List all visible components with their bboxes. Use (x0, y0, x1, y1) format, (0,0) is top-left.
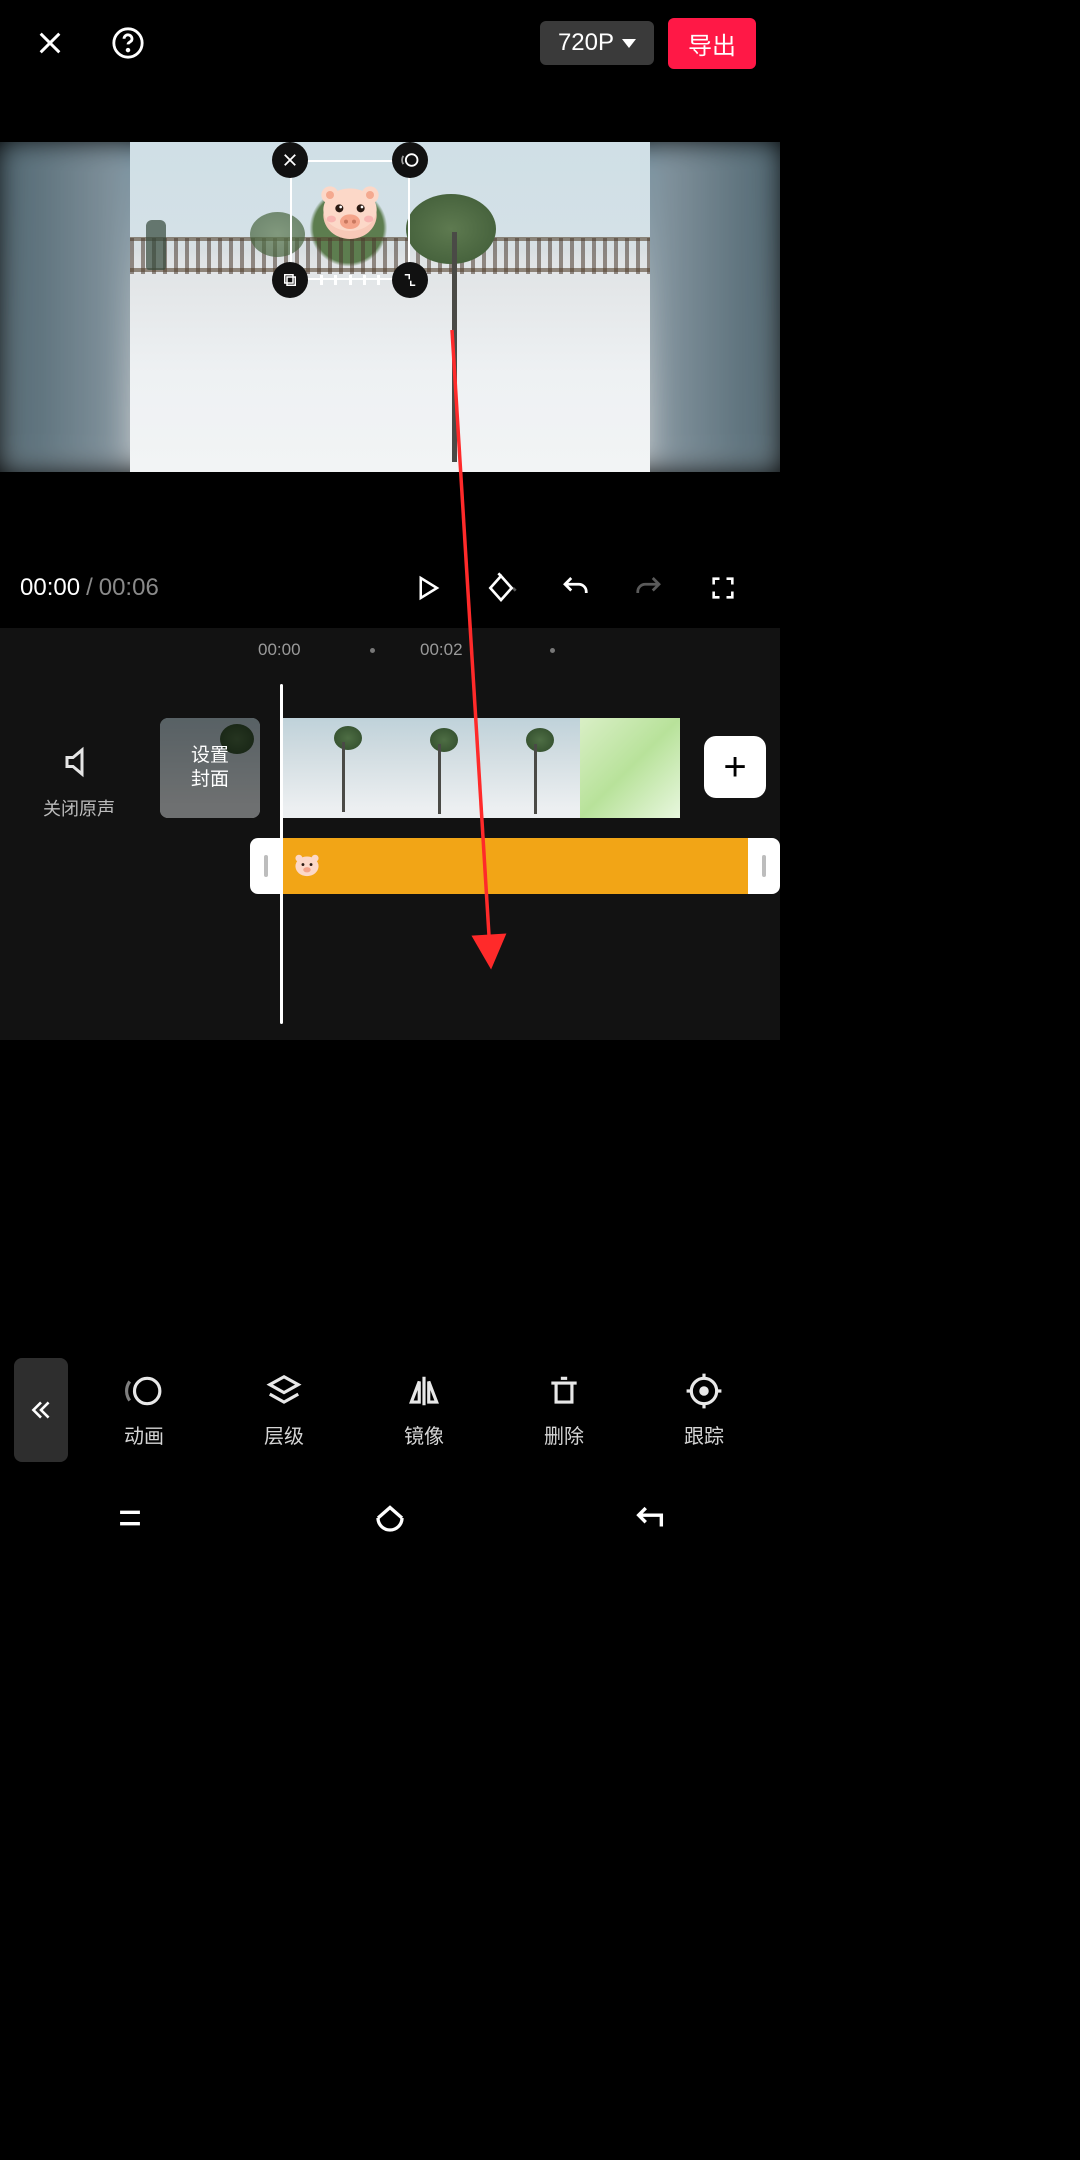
resolution-dropdown[interactable]: 720P (540, 21, 654, 65)
chevron-left-double-icon (28, 1397, 54, 1423)
transport-bar: 00:00 / 00:06 (0, 548, 780, 628)
tool-label: 删除 (544, 1420, 584, 1449)
preview-canvas[interactable] (0, 142, 780, 472)
export-label: 导出 (688, 33, 736, 60)
transport-controls (159, 571, 762, 605)
play-button[interactable] (410, 571, 444, 605)
clip-thumb (480, 718, 580, 818)
tool-label: 镜像 (404, 1420, 444, 1449)
export-button[interactable]: 导出 (668, 18, 756, 69)
timeline-ruler: 00:00 00:02 (0, 628, 780, 672)
cover-label-1: 设置 (191, 744, 229, 768)
mute-label: 关闭原声 (14, 795, 144, 821)
delete-icon (545, 1372, 583, 1410)
pig-sticker-icon (292, 853, 322, 879)
top-bar: 720P 导出 (0, 0, 780, 72)
keyframe-button[interactable] (484, 571, 518, 605)
tool-mirror[interactable]: 镜像 (376, 1372, 472, 1449)
nav-back-button[interactable] (630, 1498, 670, 1538)
toolbar-items: 动画 层级 镜像 删除 跟踪 (68, 1372, 780, 1449)
animation-icon (125, 1372, 163, 1410)
toolbar-back-button[interactable] (14, 1358, 68, 1462)
selection-motion-handle[interactable] (392, 142, 428, 178)
ruler-tick: 00:00 (258, 640, 301, 660)
rotate-icon (401, 271, 419, 289)
nav-home-button[interactable] (370, 1498, 410, 1538)
tool-layer[interactable]: 层级 (236, 1372, 332, 1449)
tool-label: 动画 (124, 1420, 164, 1449)
menu-icon (113, 1501, 147, 1535)
pig-sticker-icon (315, 183, 385, 243)
clip-thumb (580, 718, 680, 818)
mute-original-audio[interactable]: 关闭原声 (14, 744, 144, 821)
close-icon (34, 27, 66, 59)
keyframe-icon (485, 572, 517, 604)
mirror-icon (405, 1372, 443, 1410)
tool-track[interactable]: 跟踪 (656, 1372, 752, 1449)
copy-icon (281, 271, 299, 289)
nav-recent-button[interactable] (110, 1498, 150, 1538)
top-bar-left (28, 21, 150, 65)
speaker-icon (61, 744, 97, 780)
time-separator: / (86, 574, 93, 602)
track-icon (685, 1372, 723, 1410)
sticker-clip[interactable] (282, 838, 748, 894)
home-icon (372, 1500, 408, 1536)
clip-trim-right-handle[interactable] (748, 838, 780, 894)
selection-bottom-grips[interactable] (320, 275, 380, 285)
tool-animation[interactable]: 动画 (96, 1372, 192, 1449)
selection-delete-handle[interactable] (272, 142, 308, 178)
clip-thumb (280, 718, 380, 818)
chevron-down-icon (622, 39, 636, 48)
timeline[interactable]: 00:00 00:02 关闭原声 设置 封面 + (0, 628, 780, 1040)
top-bar-right: 720P 导出 (540, 18, 756, 69)
selection-rotate-handle[interactable] (392, 262, 428, 298)
redo-icon (634, 573, 664, 603)
time-total: 00:06 (99, 574, 159, 602)
help-icon (111, 26, 145, 60)
resolution-label: 720P (558, 29, 614, 57)
add-clip-button[interactable]: + (704, 736, 766, 798)
bottom-toolbar: 动画 层级 镜像 删除 跟踪 (0, 1344, 780, 1476)
playhead[interactable] (280, 684, 283, 1024)
clip-trim-left-handle[interactable] (250, 838, 282, 894)
ruler-dot-icon (550, 648, 555, 653)
motion-icon (400, 150, 420, 170)
time-current: 00:00 (20, 574, 80, 602)
close-button[interactable] (28, 21, 72, 65)
cover-label-2: 封面 (191, 768, 229, 792)
back-icon (633, 1501, 667, 1535)
plus-icon: + (723, 745, 746, 790)
set-cover-button[interactable]: 设置 封面 (160, 718, 260, 818)
tool-delete[interactable]: 删除 (516, 1372, 612, 1449)
undo-button[interactable] (558, 571, 592, 605)
play-icon (412, 573, 442, 603)
redo-button[interactable] (632, 571, 666, 605)
tool-label: 层级 (264, 1420, 304, 1449)
fullscreen-button[interactable] (706, 571, 740, 605)
tool-label: 跟踪 (684, 1420, 724, 1449)
ruler-dot-icon (370, 648, 375, 653)
sticker-selection[interactable] (290, 160, 410, 280)
layer-icon (265, 1372, 303, 1410)
sticker-track[interactable] (250, 838, 780, 894)
close-icon (281, 151, 299, 169)
undo-icon (560, 573, 590, 603)
help-button[interactable] (106, 21, 150, 65)
ruler-tick: 00:02 (420, 640, 463, 660)
system-nav-bar (0, 1476, 780, 1560)
clip-thumb (380, 718, 480, 818)
fullscreen-icon (709, 574, 737, 602)
selection-copy-handle[interactable] (272, 262, 308, 298)
